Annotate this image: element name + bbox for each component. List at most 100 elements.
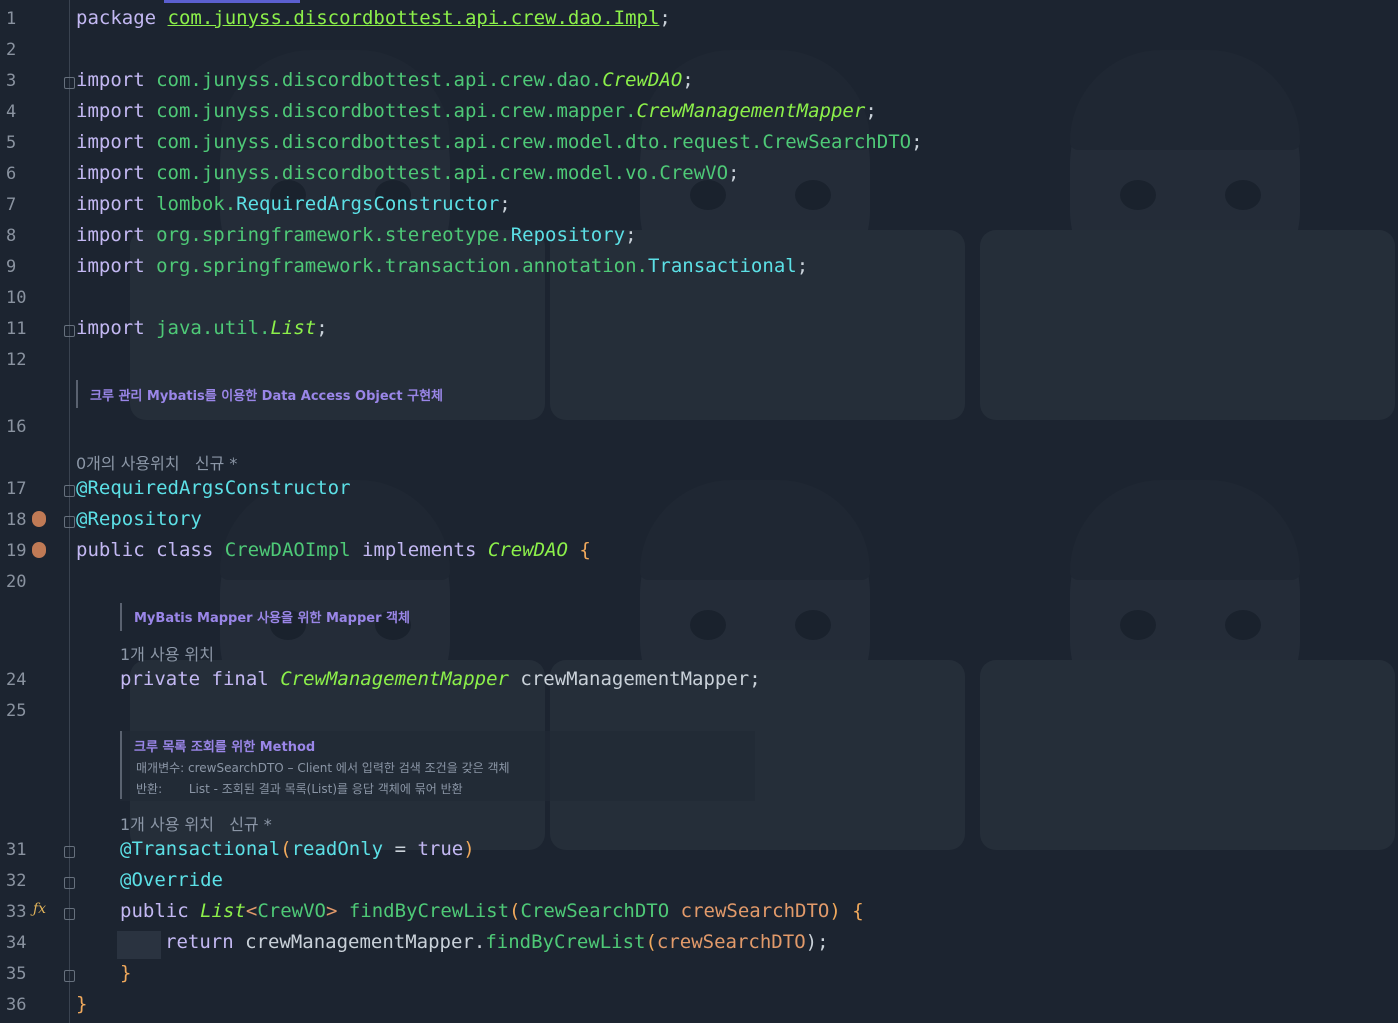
paren: ( xyxy=(280,838,292,860)
type-name[interactable]: CrewManagementMapper xyxy=(280,668,509,690)
method-usage-hint[interactable]: 1개 사용 위치 신규 * xyxy=(120,811,272,835)
code-line[interactable]: 25 xyxy=(0,697,1398,728)
code-text[interactable]: import org.springframework.transaction.a… xyxy=(76,255,808,277)
code-line[interactable]: 20 xyxy=(0,568,1398,599)
package-name: com.junyss.discordbottest.api.crew.model… xyxy=(156,162,729,184)
keyword: package xyxy=(76,7,157,29)
fold-toggle-icon[interactable] xyxy=(64,516,75,528)
code-line[interactable]: 36 } xyxy=(0,991,1398,1022)
function-override-icon[interactable]: ƒx xyxy=(33,901,46,917)
code-text[interactable]: import com.junyss.discordbottest.api.cre… xyxy=(76,69,694,91)
class-name[interactable]: RequiredArgsConstructor xyxy=(236,193,499,215)
code-text[interactable]: import com.junyss.discordbottest.api.cre… xyxy=(76,162,740,184)
code-line[interactable]: 2 xyxy=(0,36,1398,67)
code-text[interactable]: @RequiredArgsConstructor xyxy=(76,477,351,499)
code-line[interactable]: 18 @Repository xyxy=(0,506,1398,537)
fold-toggle-icon[interactable] xyxy=(64,908,75,920)
code-text[interactable]: return crewManagementMapper.findByCrewLi… xyxy=(165,931,829,953)
code-line[interactable]: 3 import com.junyss.discordbottest.api.c… xyxy=(0,67,1398,98)
fold-toggle-icon[interactable] xyxy=(64,325,75,337)
semicolon: ; xyxy=(625,224,637,246)
interface-name[interactable]: CrewDAO xyxy=(488,539,568,561)
semicolon: ; xyxy=(865,100,877,122)
semicolon: ; xyxy=(796,255,809,277)
method-call[interactable]: findByCrewList xyxy=(485,931,645,953)
code-line[interactable]: 35 } xyxy=(0,960,1398,991)
code-line[interactable]: 33 ƒx public List<CrewVO> findByCrewList… xyxy=(0,898,1398,929)
semicolon: ; xyxy=(682,69,694,91)
spring-bean-search-icon[interactable] xyxy=(32,542,46,558)
code-text[interactable]: } xyxy=(76,993,87,1015)
code-text[interactable]: import org.springframework.stereotype.Re… xyxy=(76,224,637,246)
class-name[interactable]: List xyxy=(270,317,316,339)
fold-toggle-icon[interactable] xyxy=(64,877,75,889)
code-line[interactable]: 10 xyxy=(0,284,1398,315)
code-text[interactable]: public class CrewDAOImpl implements Crew… xyxy=(76,539,591,561)
param-type[interactable]: CrewSearchDTO xyxy=(520,900,669,922)
keyword: import xyxy=(76,317,145,339)
code-line[interactable]: 17 @RequiredArgsConstructor xyxy=(0,475,1398,506)
code-line[interactable]: 24 private final CrewManagementMapper cr… xyxy=(0,666,1398,697)
class-usage-hint[interactable]: 0개의 사용위치 신규 * xyxy=(76,450,237,474)
code-text[interactable]: @Transactional(readOnly = true) xyxy=(120,838,475,860)
class-javadoc[interactable]: 크루 관리 Mybatis를 이용한 Data Access Object 구현… xyxy=(76,380,536,410)
class-name[interactable]: Transactional xyxy=(648,255,797,277)
code-text[interactable]: private final CrewManagementMapper crewM… xyxy=(120,668,761,690)
spring-bean-icon[interactable] xyxy=(32,511,46,527)
code-line[interactable]: 19 public class CrewDAOImpl implements C… xyxy=(0,537,1398,568)
code-line[interactable]: 9 import org.springframework.transaction… xyxy=(0,253,1398,284)
code-line[interactable]: 1 package com.junyss.discordbottest.api.… xyxy=(0,5,1398,36)
package-link[interactable]: com.junyss.discordbottest.api.crew.dao.I… xyxy=(168,7,660,29)
code-line[interactable]: 6 import com.junyss.discordbottest.api.c… xyxy=(0,160,1398,191)
method-name[interactable]: findByCrewList xyxy=(349,900,509,922)
code-line[interactable]: 12 xyxy=(0,346,1398,377)
class-doc-text: 크루 관리 Mybatis를 이용한 Data Access Object 구현… xyxy=(90,389,444,404)
code-line[interactable]: 8 import org.springframework.stereotype.… xyxy=(0,222,1398,253)
line-number: 32 xyxy=(6,871,27,891)
object-ref[interactable]: crewManagementMapper. xyxy=(245,931,485,953)
class-name[interactable]: Repository xyxy=(511,224,625,246)
generic-type[interactable]: CrewVO xyxy=(257,900,326,922)
code-text[interactable]: @Override xyxy=(120,869,223,891)
code-line[interactable]: 11 import java.util.List; xyxy=(0,315,1398,346)
code-text[interactable]: } xyxy=(120,962,131,984)
keyword: class xyxy=(156,539,214,561)
package-name: org.springframework.transaction.annotati… xyxy=(156,255,648,277)
fold-toggle-icon[interactable] xyxy=(64,846,75,858)
line-number: 6 xyxy=(6,164,17,184)
code-line[interactable]: 31 @Transactional(readOnly = true) xyxy=(0,836,1398,867)
code-text[interactable]: import java.util.List; xyxy=(76,317,328,339)
code-text[interactable]: public List<CrewVO> findByCrewList(CrewS… xyxy=(120,900,864,922)
annotation[interactable]: @Override xyxy=(120,869,223,891)
code-line[interactable]: 5 import com.junyss.discordbottest.api.c… xyxy=(0,129,1398,160)
code-line[interactable]: 4 import com.junyss.discordbottest.api.c… xyxy=(0,98,1398,129)
field-javadoc[interactable]: MyBatis Mapper 사용을 위한 Mapper 객체 xyxy=(120,603,420,631)
line-number: 17 xyxy=(6,479,27,499)
code-line[interactable]: 34 return crewManagementMapper.findByCre… xyxy=(0,929,1398,960)
return-type[interactable]: List xyxy=(200,900,246,922)
field-name[interactable]: crewManagementMapper; xyxy=(520,668,760,690)
code-text[interactable]: @Repository xyxy=(76,508,202,530)
brace: } xyxy=(120,962,132,984)
line-number: 1 xyxy=(6,9,17,29)
class-name[interactable]: CrewManagementMapper xyxy=(637,100,866,122)
code-text[interactable]: package com.junyss.discordbottest.api.cr… xyxy=(76,7,671,29)
annotation[interactable]: @RequiredArgsConstructor xyxy=(76,477,351,499)
argument: crewSearchDTO xyxy=(656,931,806,953)
annotation[interactable]: @Repository xyxy=(76,508,202,530)
method-javadoc[interactable]: 크루 목록 조회를 위한 Method 매개변수: crewSearchDTO … xyxy=(120,731,755,801)
code-text[interactable]: import com.junyss.discordbottest.api.cre… xyxy=(76,100,877,122)
fold-toggle-icon[interactable] xyxy=(64,485,75,497)
fold-toggle-icon[interactable] xyxy=(64,77,75,89)
annotation[interactable]: @Transactional xyxy=(120,838,280,860)
code-line[interactable]: 32 @Override xyxy=(0,867,1398,898)
semicolon: ; xyxy=(728,162,740,184)
class-name[interactable]: CrewDAO xyxy=(602,69,682,91)
code-line[interactable]: 7 import lombok.RequiredArgsConstructor; xyxy=(0,191,1398,222)
class-declaration-name[interactable]: CrewDAOImpl xyxy=(225,539,351,561)
code-text[interactable]: import com.junyss.discordbottest.api.cre… xyxy=(76,131,923,153)
code-line[interactable]: 16 xyxy=(0,413,1398,444)
fold-toggle-icon[interactable] xyxy=(64,970,75,982)
field-usage-hint[interactable]: 1개 사용 위치 xyxy=(120,641,214,665)
code-text[interactable]: import lombok.RequiredArgsConstructor; xyxy=(76,193,511,215)
